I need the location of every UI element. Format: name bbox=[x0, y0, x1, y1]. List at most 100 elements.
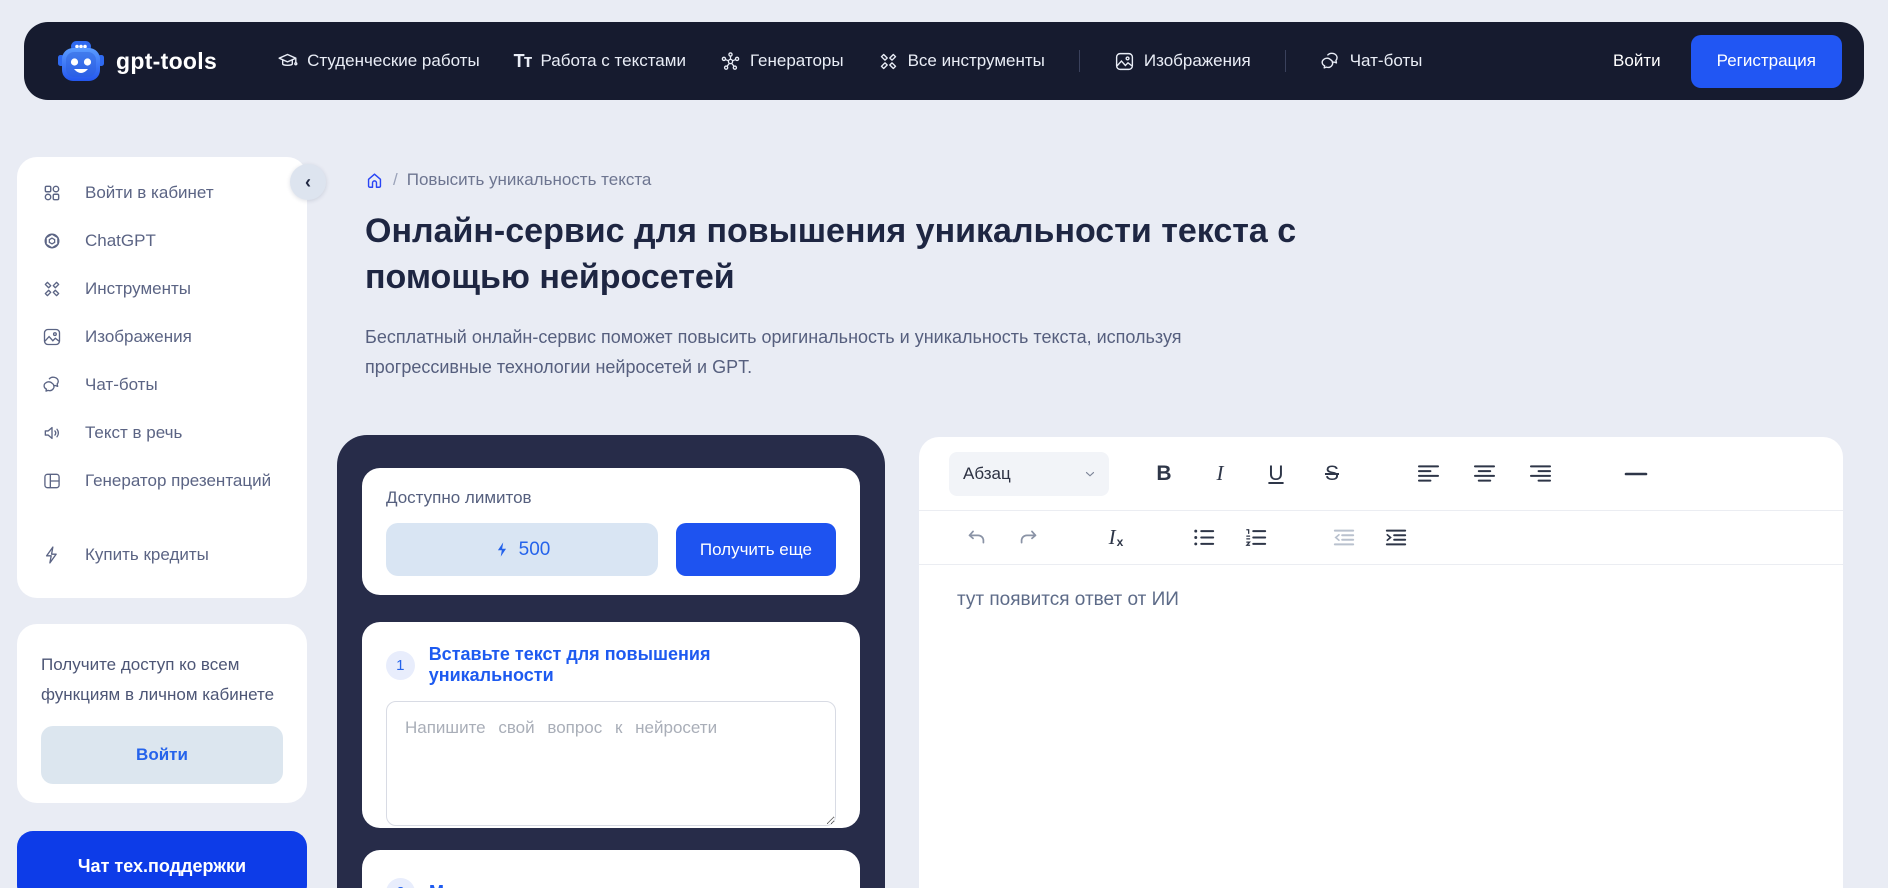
nav-separator bbox=[1079, 50, 1080, 72]
nav-item-generators[interactable]: Генераторы bbox=[720, 51, 844, 72]
top-navbar: gpt-tools Студенческие работы Tт Работа … bbox=[24, 22, 1864, 100]
bold-button[interactable]: B bbox=[1149, 457, 1179, 491]
image-icon bbox=[41, 327, 63, 347]
chevron-down-icon bbox=[1083, 467, 1097, 481]
sidebar-item-label: Чат-боты bbox=[85, 375, 158, 395]
nav-item-chatbots[interactable]: Чат-боты bbox=[1320, 51, 1423, 72]
editor-output-placeholder[interactable]: тут появится ответ от ИИ bbox=[919, 565, 1843, 635]
sidebar-item-tools[interactable]: Инструменты bbox=[17, 265, 307, 313]
nav-item-text-work[interactable]: Tт Работа с текстами bbox=[514, 51, 686, 72]
step2-label: Модель bbox=[429, 882, 499, 888]
sidebar-item-label: ChatGPT bbox=[85, 231, 156, 251]
register-button[interactable]: Регистрация bbox=[1691, 35, 1842, 88]
numbered-list-button[interactable] bbox=[1241, 521, 1271, 555]
nav-menu: Студенческие работы Tт Работа с текстами… bbox=[277, 50, 1422, 72]
page-title: Онлайн-сервис для повышения уникальности… bbox=[365, 208, 1405, 300]
step1-badge: 1 bbox=[386, 651, 415, 680]
sidebar-item-label: Войти в кабинет bbox=[85, 183, 214, 203]
image-icon bbox=[1114, 51, 1135, 72]
login-link[interactable]: Войти bbox=[1613, 51, 1661, 71]
sidebar-item-label: Купить кредиты bbox=[85, 545, 209, 565]
lightning-icon bbox=[41, 545, 63, 565]
sidebar-item-label: Изображения bbox=[85, 327, 192, 347]
paragraph-style-value: Абзац bbox=[963, 464, 1011, 484]
step2-card: 2 Модель bbox=[362, 850, 860, 888]
italic-button[interactable]: I bbox=[1205, 457, 1235, 491]
graduation-cap-icon bbox=[277, 51, 298, 72]
undo-icon[interactable] bbox=[961, 521, 991, 555]
sidebar-item-chatbots[interactable]: Чат-боты bbox=[17, 361, 307, 409]
nav-item-images[interactable]: Изображения bbox=[1114, 51, 1251, 72]
nav-item-label: Работа с текстами bbox=[540, 51, 685, 71]
limits-label: Доступно лимитов bbox=[386, 488, 836, 508]
nav-right: Войти Регистрация bbox=[1613, 35, 1842, 88]
clear-formatting-button[interactable]: Ix bbox=[1101, 521, 1131, 555]
logo-text: gpt-tools bbox=[116, 48, 217, 75]
bullet-list-button[interactable] bbox=[1189, 521, 1219, 555]
home-icon[interactable] bbox=[365, 171, 384, 190]
align-left-button[interactable] bbox=[1413, 457, 1443, 491]
nav-item-label: Изображения bbox=[1144, 51, 1251, 71]
promo-login-button[interactable]: Войти bbox=[41, 726, 283, 784]
tools-icon bbox=[878, 51, 899, 72]
speaker-icon bbox=[41, 423, 63, 443]
breadcrumb-page: Повысить уникальность текста bbox=[407, 170, 652, 190]
nav-item-label: Студенческие работы bbox=[307, 51, 480, 71]
main-content: / Повысить уникальность текста Онлайн-се… bbox=[365, 170, 1405, 382]
breadcrumb-separator: / bbox=[393, 170, 398, 190]
nav-item-all-tools[interactable]: Все инструменты bbox=[878, 51, 1045, 72]
dashboard-icon bbox=[41, 183, 63, 203]
chat-icon bbox=[41, 375, 63, 395]
chat-icon bbox=[1320, 51, 1341, 72]
sidebar-collapse-button[interactable]: ‹ bbox=[290, 164, 326, 200]
sidebar-item-label: Текст в речь bbox=[85, 423, 182, 443]
step1-header: 1 Вставьте текст для повышения уникально… bbox=[386, 644, 836, 686]
underline-button[interactable]: U bbox=[1261, 457, 1291, 491]
align-right-button[interactable] bbox=[1525, 457, 1555, 491]
limits-card: Доступно лимитов 500 Получить еще bbox=[362, 468, 860, 595]
sidebar-item-chatgpt[interactable]: ChatGPT bbox=[17, 217, 307, 265]
sidebar-item-buy-credits[interactable]: Купить кредиты bbox=[17, 531, 307, 579]
paragraph-style-select[interactable]: Абзац bbox=[949, 452, 1109, 496]
breadcrumb: / Повысить уникальность текста bbox=[365, 170, 1405, 190]
chatgpt-icon bbox=[41, 231, 63, 251]
limits-row: 500 Получить еще bbox=[386, 523, 836, 576]
presentation-icon bbox=[41, 471, 63, 491]
sidebar-menu-card: Войти в кабинет ChatGPT Инструменты Изоб… bbox=[17, 157, 307, 598]
sidebar-item-label: Инструменты bbox=[85, 279, 191, 299]
outdent-button[interactable] bbox=[1329, 521, 1359, 555]
source-text-input[interactable] bbox=[386, 701, 836, 826]
nav-separator bbox=[1285, 50, 1286, 72]
page-description: Бесплатный онлайн-сервис поможет повысит… bbox=[365, 322, 1215, 382]
tool-panel: Доступно лимитов 500 Получить еще 1 Вста… bbox=[337, 435, 885, 888]
sidebar-promo-card: Получите доступ ко всем функциям в лично… bbox=[17, 624, 307, 803]
get-more-button[interactable]: Получить еще bbox=[676, 523, 836, 576]
editor-toolbar-row2: Ix bbox=[919, 511, 1843, 565]
page: gpt-tools Студенческие работы Tт Работа … bbox=[0, 0, 1888, 888]
strikethrough-button[interactable]: S bbox=[1317, 457, 1347, 491]
editor-toolbar-row1: Абзац B I U S bbox=[919, 437, 1843, 511]
nav-item-label: Все инструменты bbox=[908, 51, 1045, 71]
sidebar-item-text-to-speech[interactable]: Текст в речь bbox=[17, 409, 307, 457]
horizontal-rule-button[interactable] bbox=[1621, 457, 1651, 491]
sidebar-item-presentation-generator[interactable]: Генератор презентаций bbox=[17, 457, 307, 505]
tools-icon bbox=[41, 279, 63, 299]
sidebar-item-label: Генератор презентаций bbox=[85, 471, 271, 491]
bolt-icon bbox=[494, 541, 511, 558]
nav-item-student-works[interactable]: Студенческие работы bbox=[277, 51, 480, 72]
align-center-button[interactable] bbox=[1469, 457, 1499, 491]
logo[interactable]: gpt-tools bbox=[58, 40, 217, 82]
step2-badge: 2 bbox=[386, 878, 415, 888]
redo-icon[interactable] bbox=[1013, 521, 1043, 555]
text-icon: Tт bbox=[514, 51, 532, 72]
generator-icon bbox=[720, 51, 741, 72]
indent-button[interactable] bbox=[1381, 521, 1411, 555]
sidebar: Войти в кабинет ChatGPT Инструменты Изоб… bbox=[17, 157, 307, 888]
nav-item-label: Генераторы bbox=[750, 51, 844, 71]
support-chat-button[interactable]: Чат тех.поддержки bbox=[17, 831, 307, 888]
step2-header: 2 Модель bbox=[386, 878, 836, 888]
step1-label: Вставьте текст для повышения уникальност… bbox=[429, 644, 836, 686]
nav-item-label: Чат-боты bbox=[1350, 51, 1423, 71]
sidebar-item-cabinet[interactable]: Войти в кабинет bbox=[17, 169, 307, 217]
sidebar-item-images[interactable]: Изображения bbox=[17, 313, 307, 361]
